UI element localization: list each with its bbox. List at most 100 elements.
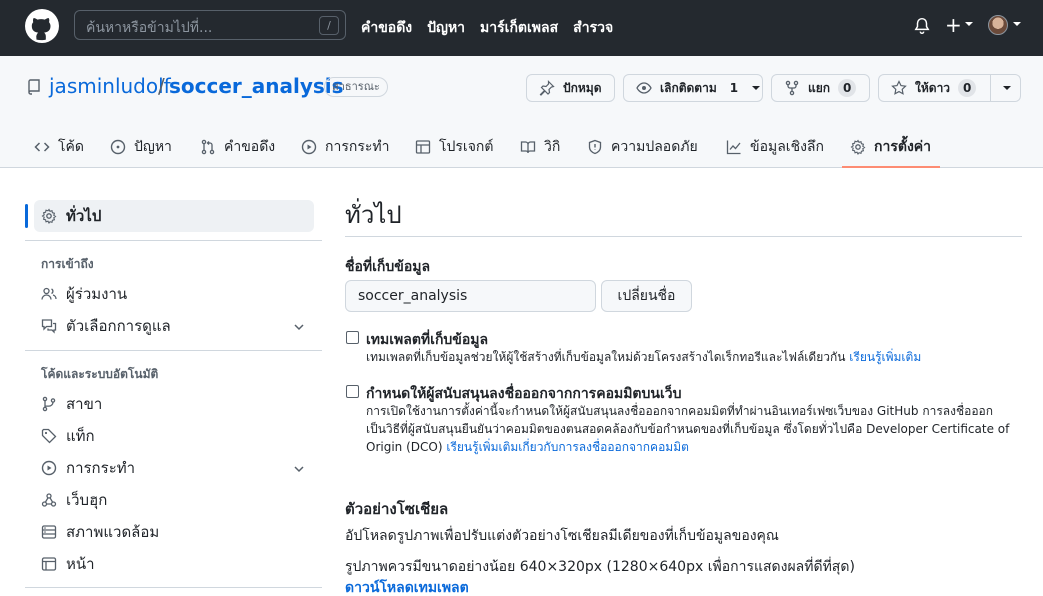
sidebar-item-tags[interactable]: แท็ก <box>34 420 314 452</box>
template-learn-more-link[interactable]: เรียนรู้เพิ่มเติม <box>849 350 921 364</box>
visibility-badge: สาธารณะ <box>324 77 388 97</box>
repo-name-link[interactable]: soccer_analysis <box>169 74 344 98</box>
tab-code[interactable]: โค้ด <box>34 126 84 168</box>
global-header: ค้นหาหรือข้ามไปที่... / คำขอดึง ปัญหา มา… <box>0 0 1043 56</box>
repo-name-input[interactable]: soccer_analysis <box>345 280 596 312</box>
tab-issues[interactable]: ปัญหา <box>110 126 172 168</box>
repo-header: jasminludolf / soccer_analysis สาธารณะ ป… <box>0 56 1043 168</box>
search-placeholder: ค้นหาหรือข้ามไปที่... <box>86 20 213 36</box>
repo-icon <box>28 79 40 95</box>
signoff-desc-line-1: การเปิดใช้งานการตั้งค่านี้จะกำหนดให้ผู้ส… <box>366 404 994 418</box>
sidebar-item-label: ทั่วไป <box>66 207 102 225</box>
sidebar-item-moderation[interactable]: ตัวเลือกการดูแล <box>34 310 314 342</box>
social-preview-size-hint: รูปภาพควรมีขนาดอย่างน้อย 640×320px (1280… <box>345 559 855 575</box>
gear-icon <box>850 139 866 155</box>
star-count: 0 <box>958 79 977 97</box>
shield-icon <box>588 139 602 155</box>
tab-projects[interactable]: โปรเจกต์ <box>415 126 493 168</box>
template-description: เทมเพลตที่เก็บข้อมูลช่วยให้ผู้ใช้สร้างที… <box>366 348 921 366</box>
title-divider <box>345 236 1022 237</box>
repo-path-separator: / <box>158 74 165 98</box>
sidebar-item-label: หน้า <box>66 555 95 573</box>
people-icon <box>41 287 57 300</box>
sidebar-item-label: การกระทำ <box>66 459 136 477</box>
signoff-desc-line-3: Origin (DCO) เรียนรู้เพิ่มเติมเกี่ยวกับก… <box>366 438 1016 456</box>
download-template-link[interactable]: ดาวน์โหลดเทมเพลต <box>345 577 469 596</box>
sidebar-item-actions[interactable]: การกระทำ <box>34 452 314 484</box>
github-logo-icon[interactable] <box>25 9 59 43</box>
tab-projects-label: โปรเจกต์ <box>439 139 494 155</box>
nav-explore[interactable]: สำรวจ <box>573 17 613 39</box>
signoff-checkbox[interactable] <box>346 385 359 398</box>
tab-code-label: โค้ด <box>58 139 84 155</box>
issue-icon <box>110 139 126 155</box>
tab-actions-label: การกระทำ <box>325 139 390 155</box>
star-button[interactable]: ให้ดาว 0 <box>878 74 1021 102</box>
sidebar-item-label: สาขา <box>66 395 103 413</box>
sidebar-heading-access: การเข้าถึง <box>41 257 94 271</box>
book-icon <box>520 141 536 154</box>
global-nav: คำขอดึง ปัญหา มาร์เก็ตเพลส สำรวจ <box>361 0 628 56</box>
tab-pull-requests[interactable]: คำขอดึง <box>200 126 275 168</box>
search-shortcut-key: / <box>319 16 339 35</box>
sidebar-item-general[interactable]: ทั่วไป <box>34 200 314 232</box>
webhook-icon <box>41 493 57 507</box>
repo-tabs: โค้ด ปัญหา คำขอดึง การกระทำ โปรเจกต์ วิก… <box>0 126 1043 168</box>
watch-label: เลิกติดตาม <box>660 80 717 95</box>
sidebar-divider <box>25 240 322 241</box>
tag-icon <box>41 428 57 444</box>
tab-wiki[interactable]: วิกิ <box>520 126 560 168</box>
table-icon <box>415 140 431 154</box>
pin-icon <box>539 80 555 96</box>
fork-count: 0 <box>838 79 857 97</box>
pin-button[interactable]: ปักหมุด <box>526 74 615 102</box>
tab-actions[interactable]: การกระทำ <box>301 126 389 168</box>
sidebar-item-label: สภาพแวดล้อม <box>66 523 160 541</box>
sidebar-item-pages[interactable]: หน้า <box>34 548 314 580</box>
chevron-down-icon <box>294 466 304 473</box>
sidebar-heading-code-automation: โค้ดและระบบอัตโนมัติ <box>41 367 159 381</box>
sidebar-active-indicator <box>25 204 28 228</box>
star-button-divider <box>990 75 991 101</box>
sidebar-divider <box>25 587 322 588</box>
fork-button[interactable]: แยก 0 <box>771 74 870 102</box>
chevron-down-icon <box>294 324 304 331</box>
tab-security[interactable]: ความปลอดภัย <box>587 126 698 168</box>
tab-insights[interactable]: ข้อมูลเชิงลึก <box>726 126 824 168</box>
branch-icon <box>42 396 56 412</box>
sidebar-item-label: แท็ก <box>66 427 95 445</box>
rename-button[interactable]: เปลี่ยนชื่อ <box>601 280 692 312</box>
chevron-down-icon[interactable] <box>1002 83 1012 93</box>
nav-marketplace[interactable]: มาร์เก็ตเพลส <box>480 17 558 39</box>
signoff-desc-text: Origin (DCO) <box>366 440 443 454</box>
sidebar-item-collaborators[interactable]: ผู้ร่วมงาน <box>34 278 314 310</box>
gear-icon <box>41 208 57 224</box>
sidebar-item-webhooks[interactable]: เว็บฮุก <box>34 484 314 516</box>
sidebar-item-branches[interactable]: สาขา <box>34 388 314 420</box>
watch-count: 1 <box>729 81 739 95</box>
chevron-down-icon[interactable] <box>1012 19 1022 29</box>
signoff-learn-more-link[interactable]: เรียนรู้เพิ่มเติมเกี่ยวกับการลงชื่อออกจา… <box>446 440 689 454</box>
template-checkbox[interactable] <box>346 331 359 344</box>
sidebar-item-environments[interactable]: สภาพแวดล้อม <box>34 516 314 548</box>
chevron-down-icon <box>752 86 761 90</box>
create-new-button[interactable]: + <box>945 15 962 35</box>
nav-issues[interactable]: ปัญหา <box>427 17 465 39</box>
bell-icon[interactable] <box>913 17 931 35</box>
fork-label: แยก <box>808 80 831 95</box>
tab-settings[interactable]: การตั้งค่า <box>850 126 931 168</box>
tab-issues-label: ปัญหา <box>134 139 172 155</box>
chevron-down-icon[interactable] <box>964 19 974 29</box>
active-tab-indicator <box>842 166 940 168</box>
repo-owner-link[interactable]: jasminludolf <box>49 74 171 98</box>
social-preview-title: ตัวอย่างโซเชียล <box>345 500 449 518</box>
pull-request-icon <box>201 139 215 155</box>
watch-button[interactable]: เลิกติดตาม 1 <box>623 74 763 102</box>
comment-discussion-icon <box>41 319 57 334</box>
eye-icon <box>636 82 652 94</box>
play-icon <box>41 460 57 476</box>
nav-pull-requests[interactable]: คำขอดึง <box>361 17 412 39</box>
search-input[interactable]: ค้นหาหรือข้ามไปที่... / <box>74 10 346 40</box>
tab-insights-label: ข้อมูลเชิงลึก <box>750 139 824 155</box>
avatar[interactable] <box>988 15 1008 35</box>
